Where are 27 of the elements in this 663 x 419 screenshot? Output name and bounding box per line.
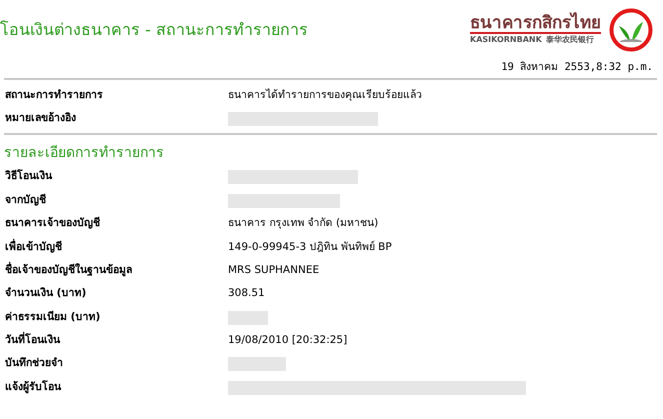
- field-value: 149-0-99945-3 ปฎิทิน พันทิพย์ BP: [228, 240, 392, 255]
- bank-name-chinese: 泰华农民银行: [546, 34, 594, 46]
- timestamp: 19 สิงหาคม 2553,8:32 p.m.: [500, 60, 654, 75]
- bank-logo-icon: [609, 8, 653, 52]
- field-value: ธนาคารได้ทำรายการของคุณเรียบร้อยแล้ว: [228, 88, 422, 103]
- field-value: MRS SUPHANNEE: [228, 262, 320, 278]
- field-label: หมายเลขอ้างอิง: [4, 110, 77, 126]
- field-label: ชื่อเจ้าของบัญชีในฐานข้อมูล: [4, 262, 133, 278]
- field-label: ค่าธรรมเนียม (บาท): [4, 310, 102, 325]
- field-label: จากบัญชี: [4, 192, 47, 208]
- field-label: จำนวนเงิน (บาท): [4, 286, 88, 302]
- bank-name-latin: KASIKORNBANK: [470, 34, 542, 46]
- field-value: 308.51: [228, 286, 265, 302]
- field-label: วันที่โอนเงิน: [0, 333, 228, 349]
- field-label: แจ้งผู้รับโอน: [4, 380, 62, 396]
- section-heading: รายละเอียดการทำรายการ: [3, 144, 165, 163]
- redacted-value: [228, 357, 286, 372]
- field-value: 19/08/2010 [20:32:25]: [228, 333, 348, 348]
- field-label: บันทึกช่วยจำ: [4, 356, 64, 372]
- page-title: โอนเงินต่างธนาคาร - สถานะการทำรายการ: [0, 20, 308, 40]
- field-label: ธนาคารเจ้าของบัญชี: [4, 216, 101, 232]
- redacted-value: [228, 310, 268, 325]
- field-value: ธนาคาร กรุงเทพ จำกัด (มหาชน): [228, 216, 378, 232]
- field-label: วิธีโอนเงิน: [4, 169, 54, 184]
- field-label: สถานะการทำรายการ: [4, 88, 104, 103]
- bank-name: ธนาคารกสิกรไทย: [470, 14, 601, 34]
- field-label: เพื่อเข้าบัญชี: [4, 240, 63, 255]
